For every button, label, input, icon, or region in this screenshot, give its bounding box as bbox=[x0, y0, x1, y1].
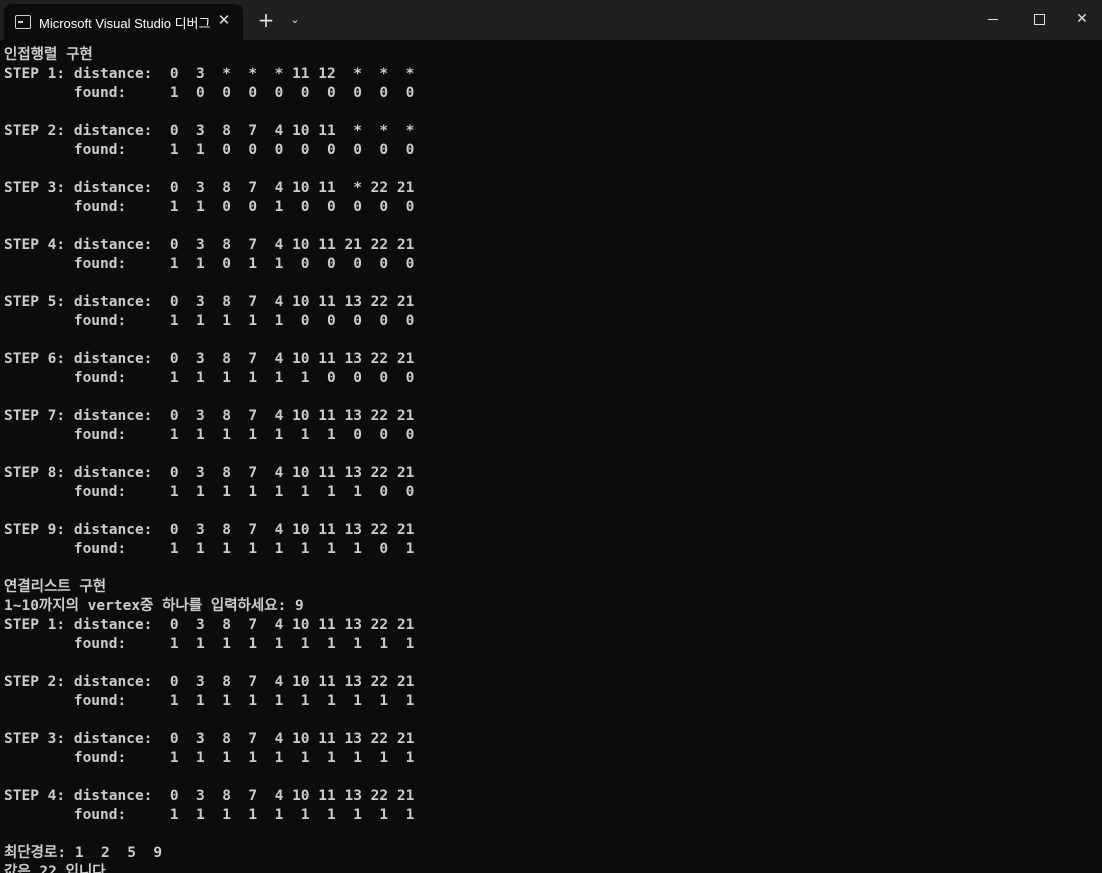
console-line: found: 1 1 1 1 1 0 0 0 0 0 bbox=[4, 313, 415, 329]
console-icon bbox=[15, 15, 31, 29]
tab-close-button[interactable]: ✕ bbox=[212, 8, 236, 32]
console-line: STEP 4: distance: 0 3 8 7 4 10 11 13 22 … bbox=[4, 788, 415, 804]
console-line: found: 1 0 0 0 0 0 0 0 0 0 bbox=[4, 85, 415, 101]
console-line: STEP 9: distance: 0 3 8 7 4 10 11 13 22 … bbox=[4, 522, 415, 538]
console-line: 연결리스트 구현 bbox=[4, 579, 107, 595]
console-line: found: 1 1 0 1 1 0 0 0 0 0 bbox=[4, 256, 415, 272]
console-line: found: 1 1 1 1 1 1 1 1 0 1 bbox=[4, 541, 415, 557]
console-line: found: 1 1 1 1 1 1 1 1 0 0 bbox=[4, 484, 415, 500]
console-line: found: 1 1 1 1 1 1 0 0 0 0 bbox=[4, 370, 415, 386]
console-line: STEP 7: distance: 0 3 8 7 4 10 11 13 22 … bbox=[4, 408, 415, 424]
console-line: STEP 6: distance: 0 3 8 7 4 10 11 13 22 … bbox=[4, 351, 415, 367]
console-line: STEP 2: distance: 0 3 8 7 4 10 11 * * * bbox=[4, 123, 415, 139]
minimize-icon bbox=[988, 18, 998, 20]
close-icon: ✕ bbox=[1076, 11, 1088, 27]
console-line: found: 1 1 1 1 1 1 1 1 1 1 bbox=[4, 807, 415, 823]
minimize-button[interactable] bbox=[970, 0, 1016, 38]
console-line: found: 1 1 0 0 1 0 0 0 0 0 bbox=[4, 199, 415, 215]
maximize-button[interactable] bbox=[1016, 0, 1062, 38]
console-line: 인접행렬 구현 bbox=[4, 47, 93, 63]
console-line: found: 1 1 1 1 1 1 1 0 0 0 bbox=[4, 427, 415, 443]
console-line: STEP 5: distance: 0 3 8 7 4 10 11 13 22 … bbox=[4, 294, 415, 310]
console-line: STEP 1: distance: 0 3 * * * 11 12 * * * bbox=[4, 66, 415, 82]
tab-dropdown-button[interactable]: ⌄ bbox=[283, 8, 307, 32]
console-line: 1~10까지의 vertex중 하나를 입력하세요: 9 bbox=[4, 598, 304, 614]
tab-title: Microsoft Visual Studio 디버그 bbox=[39, 16, 211, 31]
console-line: STEP 4: distance: 0 3 8 7 4 10 11 21 22 … bbox=[4, 237, 415, 253]
console-line: STEP 8: distance: 0 3 8 7 4 10 11 13 22 … bbox=[4, 465, 415, 481]
console-line: STEP 1: distance: 0 3 8 7 4 10 11 13 22 … bbox=[4, 617, 415, 633]
console-output[interactable]: 인접행렬 구현 STEP 1: distance: 0 3 * * * 11 1… bbox=[0, 40, 1102, 873]
console-line: found: 1 1 1 1 1 1 1 1 1 1 bbox=[4, 750, 415, 766]
new-tab-button[interactable]: + bbox=[254, 8, 278, 32]
console-line: found: 1 1 1 1 1 1 1 1 1 1 bbox=[4, 693, 415, 709]
console-line: STEP 2: distance: 0 3 8 7 4 10 11 13 22 … bbox=[4, 674, 415, 690]
terminal-tab[interactable]: Microsoft Visual Studio 디버그 ✕ bbox=[4, 4, 243, 40]
console-line: 최단경로: 1 2 5 9 bbox=[4, 845, 163, 861]
console-line: found: 1 1 0 0 0 0 0 0 0 0 bbox=[4, 142, 415, 158]
console-line: STEP 3: distance: 0 3 8 7 4 10 11 * 22 2… bbox=[4, 180, 415, 196]
close-button[interactable]: ✕ bbox=[1062, 0, 1102, 38]
console-line: found: 1 1 1 1 1 1 1 1 1 1 bbox=[4, 636, 415, 652]
console-text: 인접행렬 구현 STEP 1: distance: 0 3 * * * 11 1… bbox=[0, 40, 1102, 873]
console-line: STEP 3: distance: 0 3 8 7 4 10 11 13 22 … bbox=[4, 731, 415, 747]
title-bar: Microsoft Visual Studio 디버그 ✕ + ⌄ ✕ bbox=[0, 0, 1102, 40]
console-line: 값은 22 입니다 bbox=[4, 864, 106, 873]
maximize-icon bbox=[1033, 13, 1045, 25]
